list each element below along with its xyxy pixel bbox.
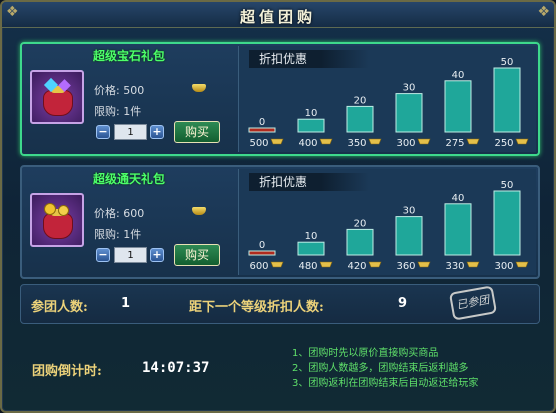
gold-ingot-icon bbox=[368, 261, 382, 268]
tier-bar bbox=[297, 118, 325, 133]
tier-people-label: 30 bbox=[403, 206, 416, 217]
gold-ingot-icon bbox=[192, 84, 206, 92]
group-buy-window: ❖ 超值团购 ❖ 超级宝石礼包 价格: 500 限购: 1件 − + 购买 折扣… bbox=[0, 0, 556, 413]
tier-price-label: 300 bbox=[494, 261, 513, 272]
tier-price-label: 275 bbox=[445, 138, 464, 149]
coin-gift-bag-icon[interactable] bbox=[30, 193, 84, 247]
gold-ingot-icon bbox=[417, 138, 431, 145]
countdown-timer: 14:07:37 bbox=[142, 360, 210, 376]
tier-people-label: 0 bbox=[259, 240, 265, 251]
tier-people-label: 10 bbox=[305, 231, 318, 242]
rule-item: 1、团购时先以原价直接购买商品 bbox=[292, 348, 439, 359]
rule-item: 3、团购返利在团购结束后自动返还给玩家 bbox=[292, 378, 479, 389]
quantity-increase-button[interactable]: + bbox=[150, 125, 164, 139]
package-name: 超级通天礼包 bbox=[92, 172, 165, 186]
tier-bar bbox=[248, 250, 276, 256]
tier-people-label: 0 bbox=[259, 117, 265, 128]
joined-stamp: 已参团 bbox=[448, 285, 498, 321]
tier-people-label: 40 bbox=[452, 70, 465, 81]
tier-bar bbox=[444, 80, 472, 133]
tier-people-label: 20 bbox=[354, 95, 367, 106]
discount-tiers: 折扣优惠 0 500 10 400 20 350 30 300 40 275 50 250 bbox=[238, 46, 536, 152]
tier-bar bbox=[444, 203, 472, 256]
tier-bar bbox=[346, 105, 374, 133]
package-price: 价格: 500 bbox=[94, 84, 145, 97]
discount-tiers: 折扣优惠 0 600 10 480 20 420 30 360 40 330 50 300 bbox=[238, 169, 536, 275]
tier-price-label: 250 bbox=[494, 138, 513, 149]
countdown-label: 团购倒计时: bbox=[32, 364, 102, 379]
package-info: 超级通天礼包 价格: 600 限购: 1件 − + 购买 bbox=[22, 167, 236, 277]
tier-price-label: 420 bbox=[347, 261, 366, 272]
tier-people-label: 50 bbox=[501, 180, 514, 191]
tier-price-label: 360 bbox=[396, 261, 415, 272]
gold-ingot-icon bbox=[270, 261, 284, 268]
tier-people-label: 40 bbox=[452, 193, 465, 204]
tier-price-label: 480 bbox=[298, 261, 317, 272]
tier-price-label: 330 bbox=[445, 261, 464, 272]
joined-count-label: 参团人数: bbox=[31, 300, 88, 315]
tier-people-label: 30 bbox=[403, 83, 416, 94]
buy-button[interactable]: 购买 bbox=[174, 244, 220, 266]
tier-people-label: 10 bbox=[305, 108, 318, 119]
gold-ingot-icon bbox=[515, 261, 529, 268]
quantity-decrease-button[interactable]: − bbox=[96, 125, 110, 139]
package-panel-tongtian[interactable]: 超级通天礼包 价格: 600 限购: 1件 − + 购买 折扣优惠 060010… bbox=[20, 165, 540, 279]
discount-tier-chart: 0 500 10 400 20 350 30 300 40 275 50 250 bbox=[248, 57, 529, 149]
window-title: 超值团购 bbox=[239, 8, 316, 26]
quantity-input[interactable] bbox=[114, 124, 147, 140]
tier-people-label: 50 bbox=[501, 57, 514, 68]
tier-bar bbox=[493, 67, 521, 133]
tier-price-label: 600 bbox=[249, 261, 268, 272]
tier-people-label: 20 bbox=[354, 218, 367, 229]
rule-item: 2、团购人数越多，团购结束后返利越多 bbox=[292, 363, 469, 374]
gold-ingot-icon bbox=[319, 138, 333, 145]
tier-price-label: 300 bbox=[396, 138, 415, 149]
quantity-input[interactable] bbox=[114, 247, 147, 263]
gold-ingot-icon bbox=[466, 138, 480, 145]
rules-list: 1、团购时先以原价直接购买商品 2、团购人数越多，团购结束后返利越多 3、团购返… bbox=[292, 346, 478, 391]
tier-price-label: 400 bbox=[298, 138, 317, 149]
next-tier-label: 距下一个等级折扣人数: bbox=[189, 300, 324, 315]
package-info: 超级宝石礼包 价格: 500 限购: 1件 − + 购买 bbox=[22, 44, 236, 154]
next-tier-value: 9 bbox=[398, 296, 408, 311]
buy-button[interactable]: 购买 bbox=[174, 121, 220, 143]
tier-price-label: 500 bbox=[249, 138, 268, 149]
package-panel-gem[interactable]: 超级宝石礼包 价格: 500 限购: 1件 − + 购买 折扣优惠 050010… bbox=[20, 42, 540, 156]
tier-bar bbox=[346, 228, 374, 256]
corner-ornament-icon: ❖ bbox=[537, 4, 550, 20]
package-limit: 限购: 1件 bbox=[94, 105, 142, 118]
quantity-decrease-button[interactable]: − bbox=[96, 248, 110, 262]
quantity-increase-button[interactable]: + bbox=[150, 248, 164, 262]
gold-ingot-icon bbox=[466, 261, 480, 268]
tier-bar bbox=[493, 190, 521, 256]
title-bar: ❖ 超值团购 ❖ bbox=[2, 2, 554, 28]
gold-ingot-icon bbox=[319, 261, 333, 268]
gold-ingot-icon bbox=[270, 138, 284, 145]
gold-ingot-icon bbox=[515, 138, 529, 145]
tier-bar bbox=[297, 241, 325, 256]
gold-ingot-icon bbox=[417, 261, 431, 268]
gold-ingot-icon bbox=[192, 207, 206, 215]
joined-count-value: 1 bbox=[121, 296, 131, 311]
tier-bar bbox=[395, 216, 423, 256]
package-price: 价格: 600 bbox=[94, 207, 145, 220]
gem-gift-bag-icon[interactable] bbox=[30, 70, 84, 124]
package-name: 超级宝石礼包 bbox=[92, 49, 165, 63]
package-limit: 限购: 1件 bbox=[94, 228, 142, 241]
tier-bar bbox=[248, 127, 276, 133]
gold-ingot-icon bbox=[368, 138, 382, 145]
discount-tier-chart: 0 600 10 480 20 420 30 360 40 330 50 300 bbox=[248, 180, 529, 272]
tier-price-label: 350 bbox=[347, 138, 366, 149]
tier-bar bbox=[395, 93, 423, 133]
group-status-panel: 参团人数: 1 距下一个等级折扣人数: 9 已参团 bbox=[20, 284, 540, 324]
